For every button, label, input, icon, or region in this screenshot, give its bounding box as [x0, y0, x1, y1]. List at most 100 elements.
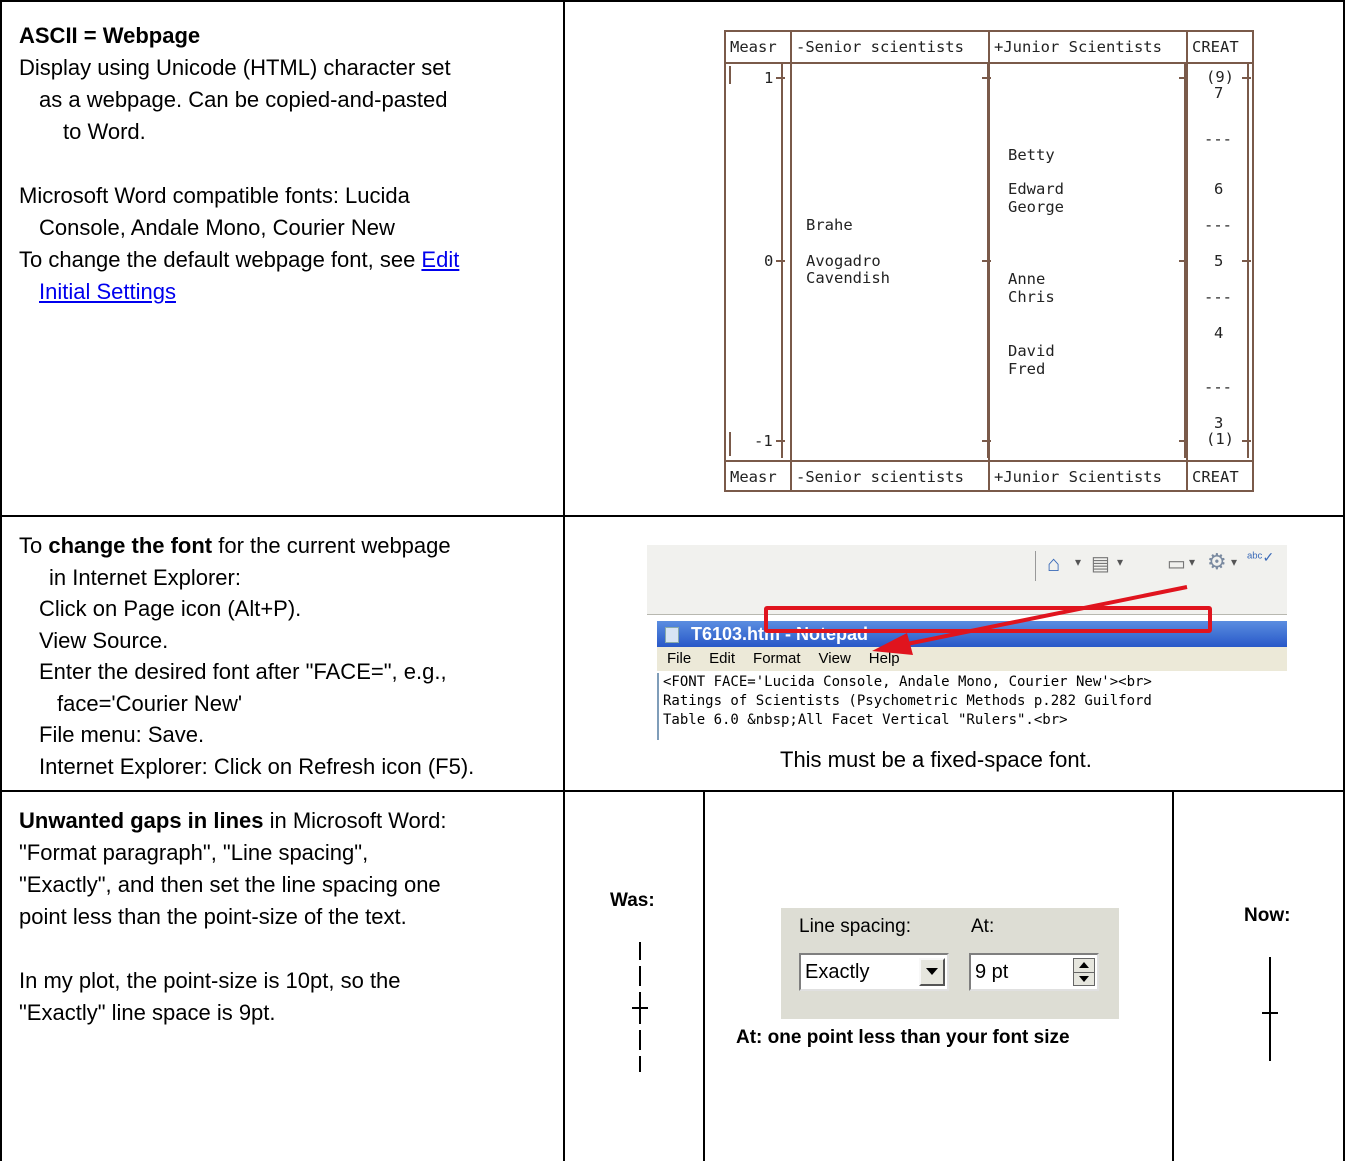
instruction-step: face='Courier New' [57, 690, 243, 716]
chevron-down-icon [926, 968, 938, 975]
column-divider-now [1172, 790, 1174, 1161]
instruction-text: To [19, 533, 49, 558]
ruler-creat-value: --- [1204, 288, 1232, 306]
ruler-footer-divider [726, 460, 1252, 462]
ruler-tick [1242, 77, 1251, 79]
fonts-line: Microsoft Word compatible fonts: Lucida [19, 183, 410, 208]
ascii-ruler-image: Measr -Senior scientists +Junior Scienti… [724, 30, 1254, 492]
ruler-header-senior: -Senior scientists [796, 38, 964, 56]
was-label: Was: [610, 890, 655, 911]
instruction-bold: Unwanted gaps in lines [19, 808, 264, 833]
ruler-creat-value: 6 [1214, 180, 1224, 198]
instruction-text: "Exactly", and then set the line spacing… [19, 872, 441, 897]
instruction-text: "Format paragraph", "Line spacing", [19, 840, 369, 865]
ruler-col-divider [790, 32, 792, 490]
table-border-top [0, 0, 1345, 2]
instruction-text: in Microsoft Word: [263, 808, 447, 833]
now-label: Now: [1244, 905, 1291, 926]
description-line: as a webpage. Can be copied-and-pasted [39, 87, 448, 112]
fonts-line: Console, Andale Mono, Courier New [39, 215, 395, 240]
ruler-junior-name: Chris [1008, 288, 1055, 306]
instruction-bold: change the font [48, 533, 213, 558]
ruler-footer-junior: +Junior Scientists [994, 468, 1162, 486]
edit-link[interactable]: Edit [421, 247, 459, 272]
instruction-text: In my plot, the point-size is 10pt, so t… [19, 968, 401, 993]
ruler-header-divider [726, 62, 1252, 64]
solid-line-illustration [1262, 957, 1278, 1061]
ruler-line [729, 66, 731, 84]
ruler-tick [1179, 440, 1188, 442]
ruler-junior-name: George [1008, 198, 1064, 216]
line-spacing-dropdown-button[interactable] [919, 958, 945, 986]
spin-down-icon [1079, 976, 1089, 982]
ruler-creat-value: --- [1204, 216, 1232, 234]
instruction-step: Enter the desired font after "FACE=", e.… [39, 659, 447, 684]
ruler-header-junior: +Junior Scientists [994, 38, 1162, 56]
description-line: to Word. [63, 119, 146, 144]
ruler-senior-name: Avogadro [806, 252, 881, 270]
instruction-step: View Source. [39, 627, 169, 653]
ruler-footer-senior: -Senior scientists [796, 468, 964, 486]
ruler-tick [982, 77, 991, 79]
ruler-tick [982, 440, 991, 442]
ruler-creat-value: (1) [1206, 430, 1234, 448]
fixed-space-caption: This must be a fixed-space font. [780, 747, 1092, 772]
ruler-tick [776, 260, 785, 262]
ruler-tick [776, 77, 785, 79]
row-divider-2 [0, 790, 1345, 792]
table-border-left [0, 0, 2, 1161]
instruction-text: point less than the point-size of the te… [19, 904, 407, 929]
ruler-junior-name: Fred [1008, 360, 1046, 378]
ruler-junior-name: Anne [1008, 270, 1046, 288]
ruler-creat-value: 7 [1214, 84, 1224, 102]
ruler-footer-measr: Measr [730, 468, 777, 486]
at-note: At: one point less than your font size [736, 1027, 1070, 1048]
initial-settings-link[interactable]: Initial Settings [39, 279, 176, 304]
ruler-senior-name: Brahe [806, 216, 853, 234]
ruler-line [729, 432, 731, 456]
ruler-senior-name: Cavendish [806, 269, 890, 287]
ruler-creat-value: --- [1204, 378, 1232, 396]
ruler-junior-name: Betty [1008, 146, 1055, 164]
ruler-header-creat: CREAT [1192, 38, 1239, 56]
paragraph-dialog-excerpt: Line spacing: At: Exactly 9 pt [781, 908, 1119, 1019]
ruler-footer-creat: CREAT [1192, 468, 1239, 486]
red-arrow [872, 585, 1188, 655]
line-gap-instructions: Unwanted gaps in lines in Microsoft Word… [19, 805, 559, 1029]
ruler-tick [1242, 440, 1251, 442]
ruler-tick [982, 260, 991, 262]
notepad-screenshot: ⌂ ▾ ▤ ▾ ▭ ▾ ⚙ ▾ ᵃᵇᶜ✓ T6103.htm - Notepad… [647, 545, 1287, 740]
at-spacing-spinner[interactable] [1073, 958, 1095, 986]
instruction-text: "Exactly" line space is 9pt. [19, 1000, 276, 1025]
ruler-junior-name: David [1008, 342, 1055, 360]
ruler-creat-value: --- [1204, 130, 1232, 148]
instruction-text: in Internet Explorer: [49, 564, 241, 590]
ascii-webpage-description: ASCII = Webpage Display using Unicode (H… [19, 20, 554, 308]
ruler-measure: 1 [764, 69, 774, 87]
ruler-junior-name: Edward [1008, 180, 1064, 198]
change-default-text: To change the default webpage font, see [19, 247, 422, 272]
instruction-step: File menu: Save. [39, 722, 205, 747]
change-font-instructions: To change the font for the current webpa… [19, 530, 559, 782]
spin-divider [1074, 972, 1094, 973]
ruler-measure: -1 [754, 432, 773, 450]
line-spacing-label: Line spacing: [799, 916, 911, 937]
instruction-step: Click on Page icon (Alt+P). [39, 596, 302, 621]
gapped-line-illustration [632, 942, 648, 1072]
instruction-step: Internet Explorer: Click on Refresh icon… [39, 753, 475, 779]
ruler-creat-value: 5 [1214, 252, 1224, 270]
column-divider-was [703, 790, 705, 1161]
ruler-creat-value: 4 [1214, 324, 1224, 342]
column-divider [563, 0, 565, 1161]
ruler-tick [1179, 260, 1188, 262]
ruler-header-measr: Measr [730, 38, 777, 56]
row-divider-1 [0, 515, 1345, 517]
ruler-measure: 0 [764, 252, 774, 270]
ruler-tick [1179, 77, 1188, 79]
section-heading: ASCII = Webpage [19, 23, 201, 48]
description-line: Display using Unicode (HTML) character s… [19, 55, 451, 80]
ruler-tick [776, 440, 785, 442]
ruler-tick [1242, 260, 1251, 262]
instruction-text: for the current webpage [212, 533, 451, 558]
at-label: At: [971, 916, 995, 937]
